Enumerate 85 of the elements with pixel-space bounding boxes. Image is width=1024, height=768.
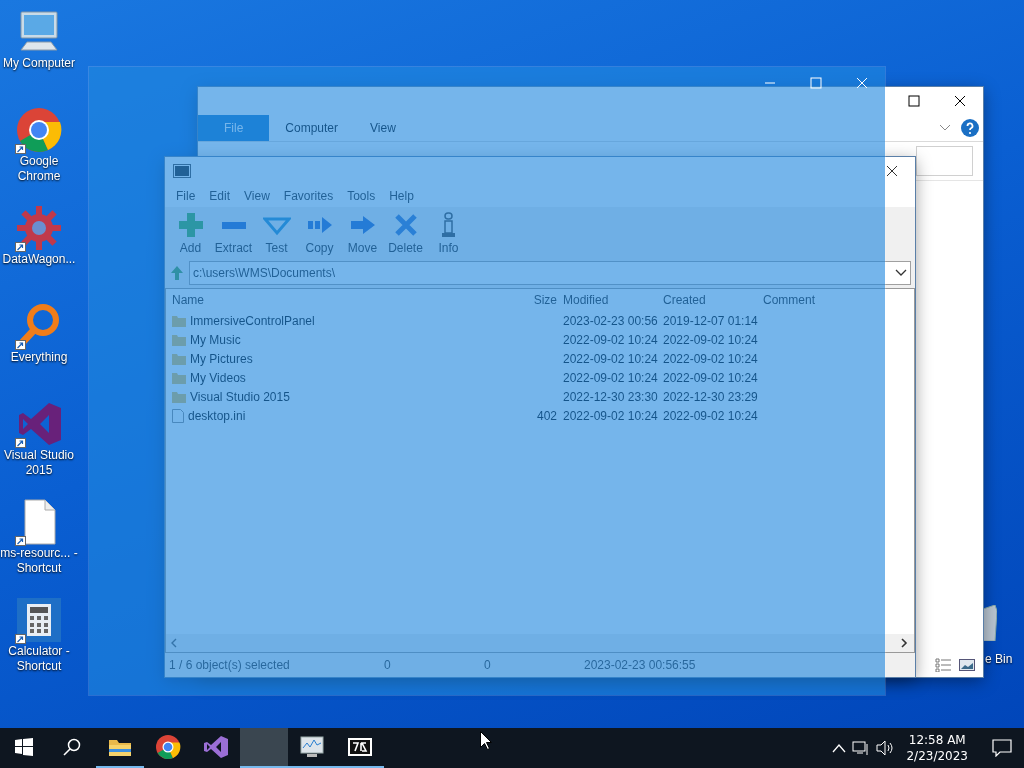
notification-icon[interactable] bbox=[992, 739, 1012, 757]
status-text: 2023-02-23 00:56:55 bbox=[584, 658, 696, 672]
status-text: 0 bbox=[484, 658, 492, 672]
toolbar-button[interactable]: Info bbox=[427, 211, 470, 255]
address-field[interactable]: c:\users\WMS\Documents\ bbox=[189, 261, 911, 285]
table-cell: desktop.ini bbox=[188, 408, 246, 423]
network-icon[interactable] bbox=[852, 740, 871, 756]
folder-icon bbox=[172, 352, 186, 365]
close-icon[interactable] bbox=[886, 165, 898, 177]
table-cell-text: 2022-12-30 23:30 bbox=[562, 389, 657, 404]
table-cell-text: 2019-12-07 01:14 bbox=[662, 313, 757, 328]
folder-icon bbox=[172, 314, 186, 327]
toolbar-button[interactable]: Delete bbox=[384, 211, 427, 255]
plus-icon bbox=[176, 211, 205, 239]
volume-icon[interactable] bbox=[876, 740, 895, 756]
table-cell: Visual Studio 2015 bbox=[190, 389, 290, 404]
table-cell-text: 402 bbox=[535, 408, 557, 423]
clock[interactable]: 12:58 AM 2/23/2023 bbox=[900, 732, 974, 764]
column-header[interactable]: Created bbox=[657, 293, 757, 307]
column-header[interactable]: Size bbox=[521, 293, 557, 307]
folder-icon bbox=[172, 333, 186, 346]
desktop-icon-label[interactable]: Visual Studio 2015 bbox=[0, 448, 78, 478]
column-header[interactable]: Modified bbox=[557, 293, 657, 307]
mouse-pointer-icon bbox=[480, 731, 492, 750]
chevron-down-icon[interactable] bbox=[939, 124, 951, 132]
column-header[interactable]: Name bbox=[166, 293, 521, 307]
close-icon[interactable] bbox=[954, 95, 966, 107]
calculator-icon[interactable] bbox=[15, 596, 63, 644]
table-cell-text: 2022-09-02 10:24 bbox=[662, 351, 757, 366]
desktop-icon-label[interactable]: DataWagon... bbox=[0, 252, 78, 267]
menu-item[interactable]: Tools bbox=[340, 189, 383, 203]
table-cell: My Videos bbox=[190, 370, 246, 385]
monitor-icon bbox=[299, 734, 325, 760]
table-cell-text: 2022-09-02 10:24 bbox=[662, 370, 757, 385]
desktop-icon-label[interactable]: e Bin bbox=[985, 652, 1013, 666]
infinity-icon bbox=[203, 734, 229, 760]
table-cell-text: 2022-09-02 10:24 bbox=[562, 351, 657, 366]
toolbar-button[interactable]: Copy bbox=[298, 211, 341, 255]
folder-icon bbox=[172, 390, 186, 403]
desktop-icon-label[interactable]: Everything bbox=[0, 350, 78, 365]
table-cell: ImmersiveControlPanel bbox=[190, 313, 315, 328]
table-cell: My Music bbox=[190, 332, 241, 347]
table-cell: My Pictures bbox=[190, 351, 253, 366]
table-cell-text: 2022-09-02 10:24 bbox=[662, 332, 757, 347]
maximize-icon[interactable] bbox=[908, 95, 920, 107]
toolbar-button[interactable]: Test bbox=[255, 211, 298, 255]
file-menu-tab[interactable]: File bbox=[198, 115, 270, 141]
column-header[interactable]: Comment bbox=[757, 293, 914, 307]
desktop-icon-label[interactable]: ms-resourc... - Shortcut bbox=[0, 546, 78, 576]
file-icon bbox=[172, 408, 184, 423]
ribbon-tab[interactable]: View bbox=[354, 115, 412, 141]
large-icons-view-icon[interactable] bbox=[959, 658, 975, 672]
search-field[interactable] bbox=[916, 146, 973, 176]
help-icon[interactable] bbox=[961, 119, 979, 137]
menu-item[interactable]: Favorites bbox=[276, 189, 341, 203]
chrome-icon bbox=[155, 734, 181, 760]
status-text: 1 / 6 object(s) selected bbox=[168, 658, 291, 672]
desktop-icon-label[interactable]: Google Chrome bbox=[0, 154, 78, 184]
status-text: 0 bbox=[384, 658, 392, 672]
chevron-up-icon[interactable] bbox=[832, 743, 847, 753]
windows-icon[interactable] bbox=[15, 738, 33, 756]
gear-icon[interactable] bbox=[15, 204, 63, 252]
desktop-icon-label[interactable]: Calculator - Shortcut bbox=[0, 644, 78, 674]
table-cell-text: 2022-09-02 10:24 bbox=[562, 332, 657, 347]
ribbon-tab[interactable]: Computer bbox=[269, 115, 355, 141]
table-cell-text: 2022-12-30 23:29 bbox=[662, 389, 757, 404]
chevron-down-icon bbox=[895, 269, 907, 277]
menu-item[interactable]: Help bbox=[382, 189, 421, 203]
table-cell-text: 2023-02-23 00:56 bbox=[562, 313, 657, 328]
menu-item[interactable]: File bbox=[169, 189, 203, 203]
menu-item[interactable]: Edit bbox=[202, 189, 238, 203]
menu-item[interactable]: View bbox=[237, 189, 277, 203]
search-icon[interactable] bbox=[63, 738, 81, 756]
toolbar-button[interactable]: Add bbox=[169, 211, 212, 255]
table-cell-text: 2022-09-02 10:24 bbox=[562, 408, 657, 423]
chrome-icon[interactable] bbox=[15, 106, 63, 154]
toolbar-button[interactable]: Move bbox=[341, 211, 384, 255]
table-cell-text: 2022-09-02 10:24 bbox=[662, 408, 757, 423]
desktop-icon-label[interactable]: My Computer bbox=[0, 56, 78, 71]
minus-icon bbox=[219, 221, 248, 229]
folder-icon bbox=[172, 371, 186, 384]
details-view-icon[interactable] bbox=[935, 658, 953, 672]
table-cell-text: 2022-09-02 10:24 bbox=[562, 370, 657, 385]
toolbar-button[interactable]: Extract bbox=[212, 211, 255, 255]
scroll-right-icon[interactable] bbox=[900, 638, 908, 648]
